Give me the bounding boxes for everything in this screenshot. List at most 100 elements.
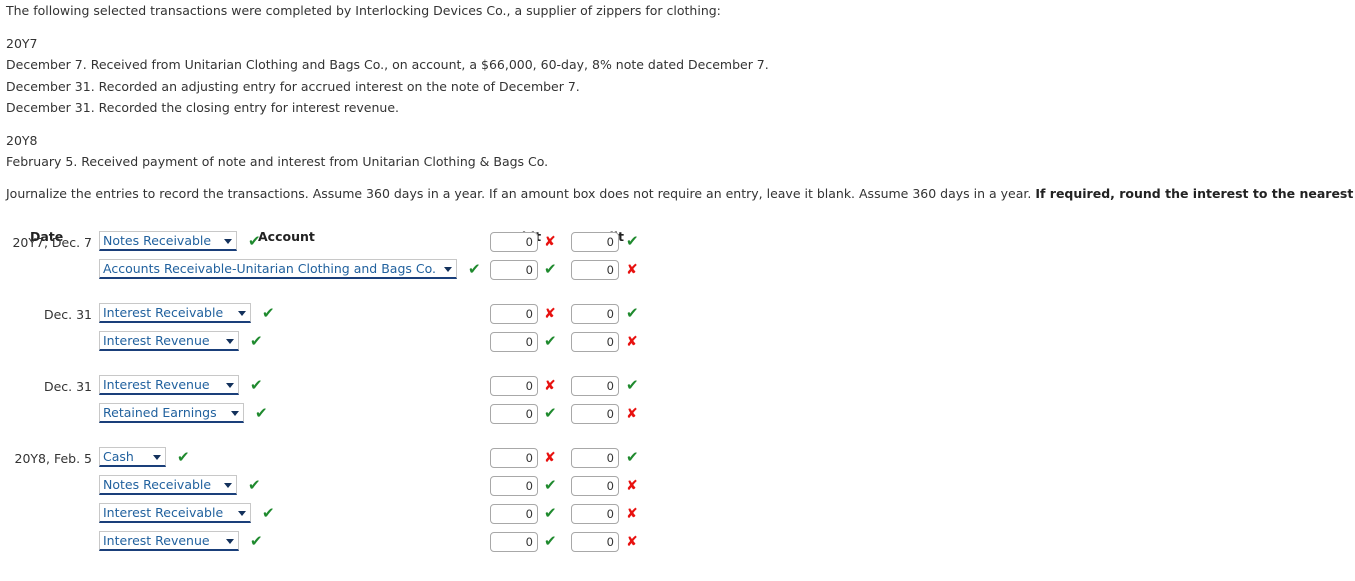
debit-amount-input[interactable]	[490, 376, 538, 396]
checkmark-icon: ✔	[626, 304, 639, 322]
checkmark-icon: ✔	[262, 304, 275, 322]
account-select-wrapper: Interest Revenue	[99, 331, 239, 351]
checkmark-icon: ✔	[250, 532, 263, 550]
account-select[interactable]: Retained Earnings	[99, 403, 244, 423]
account-select-wrapper: Cash	[99, 447, 166, 467]
journal-row: Interest Receivable ✔ ✔ ✘	[0, 501, 1355, 529]
checkmark-icon: ✔	[544, 260, 557, 278]
debit-amount-input[interactable]	[490, 232, 538, 252]
chevron-down-icon[interactable]	[226, 382, 234, 388]
debit-amount-input[interactable]	[490, 448, 538, 468]
year-heading-20y8: 20Y8	[6, 132, 38, 148]
account-select-wrapper: Notes Receivable	[99, 475, 237, 495]
journal-entry-page: { "intro": { "lead": "The following sele…	[0, 0, 1355, 581]
checkmark-icon: ✔	[544, 476, 557, 494]
checkmark-icon: ✔	[255, 404, 268, 422]
transaction-line: December 31. Recorded the closing entry …	[6, 100, 399, 115]
account-select-value: Retained Earnings	[103, 405, 217, 420]
account-select-value: Interest Receivable	[103, 305, 224, 320]
chevron-down-icon[interactable]	[226, 538, 234, 544]
account-select-wrapper: Interest Receivable	[99, 503, 251, 523]
account-select[interactable]: Notes Receivable	[99, 475, 237, 495]
journal-row: Interest Revenue ✔ ✔ ✘	[0, 529, 1355, 557]
year-heading-20y7: 20Y7	[6, 35, 38, 51]
account-select-wrapper: Interest Receivable	[99, 303, 251, 323]
intro-lead: The following selected transactions were…	[6, 3, 721, 18]
account-select-value: Interest Receivable	[103, 505, 224, 520]
transaction-line: December 7. Received from Unitarian Clot…	[6, 57, 769, 72]
credit-amount-input[interactable]	[571, 232, 619, 252]
chevron-down-icon[interactable]	[153, 454, 161, 460]
account-select[interactable]: Cash	[99, 447, 166, 467]
credit-amount-input[interactable]	[571, 304, 619, 324]
account-select-wrapper: Retained Earnings	[99, 403, 244, 423]
journal-row: Notes Receivable ✔ ✔ ✘	[0, 473, 1355, 501]
account-select[interactable]: Notes Receivable	[99, 231, 237, 251]
chevron-down-icon[interactable]	[226, 338, 234, 344]
credit-amount-input[interactable]	[571, 376, 619, 396]
account-select-wrapper: Accounts Receivable-Unitarian Clothing a…	[99, 259, 457, 279]
entry-date: 20Y8, Feb. 5	[14, 451, 92, 466]
account-select-wrapper: Interest Revenue	[99, 375, 239, 395]
debit-amount-input[interactable]	[490, 476, 538, 496]
checkmark-icon: ✔	[250, 376, 263, 394]
credit-amount-input[interactable]	[571, 504, 619, 524]
journalize-instruction: Journalize the entries to record the tra…	[6, 183, 1355, 205]
entry-date: Dec. 31	[43, 307, 92, 322]
cross-icon: ✘	[626, 478, 638, 494]
chevron-down-icon[interactable]	[444, 266, 452, 272]
account-select-value: Interest Revenue	[103, 333, 210, 348]
credit-amount-input[interactable]	[571, 404, 619, 424]
account-select[interactable]: Accounts Receivable-Unitarian Clothing a…	[99, 259, 457, 279]
cross-icon: ✘	[626, 334, 638, 350]
account-select[interactable]: Interest Revenue	[99, 531, 239, 551]
checkmark-icon: ✔	[262, 504, 275, 522]
transaction-line: December 31. Recorded an adjusting entry…	[6, 78, 580, 94]
cross-icon: ✘	[626, 534, 638, 550]
credit-amount-input[interactable]	[571, 476, 619, 496]
checkmark-icon: ✔	[468, 260, 481, 278]
credit-amount-input[interactable]	[571, 532, 619, 552]
checkmark-icon: ✔	[544, 404, 557, 422]
chevron-down-icon[interactable]	[238, 310, 246, 316]
account-select[interactable]: Interest Receivable	[99, 503, 251, 523]
checkmark-icon: ✔	[177, 448, 190, 466]
debit-amount-input[interactable]	[490, 504, 538, 524]
chevron-down-icon[interactable]	[238, 510, 246, 516]
debit-amount-input[interactable]	[490, 332, 538, 352]
instruction-bold-text: If required, round the interest to the n…	[1035, 185, 1355, 201]
journal-entry-table: Date Account Debit Credit 20Y7, Dec. 7No…	[0, 229, 1355, 557]
chevron-down-icon[interactable]	[231, 410, 239, 416]
chevron-down-icon[interactable]	[224, 482, 232, 488]
journal-row: 20Y8, Feb. 5 Cash ✔ ✘ ✔	[0, 445, 1355, 473]
account-select[interactable]: Interest Receivable	[99, 303, 251, 323]
journal-row: 20Y7, Dec. 7 Notes Receivable ✔ ✘ ✔	[0, 229, 1355, 257]
account-select[interactable]: Interest Revenue	[99, 375, 239, 395]
debit-amount-input[interactable]	[490, 404, 538, 424]
account-select-wrapper: Notes Receivable	[99, 231, 237, 251]
cross-icon: ✘	[544, 234, 556, 250]
account-select-value: Interest Revenue	[103, 533, 210, 548]
credit-amount-input[interactable]	[571, 448, 619, 468]
chevron-down-icon[interactable]	[224, 238, 232, 244]
checkmark-icon: ✔	[248, 476, 261, 494]
journal-entry-group: Dec. 31Interest Revenue✔✘✔Retained Earni…	[0, 373, 1355, 429]
debit-amount-input[interactable]	[490, 304, 538, 324]
debit-amount-input[interactable]	[490, 260, 538, 280]
cross-icon: ✘	[544, 450, 556, 466]
account-select[interactable]: Interest Revenue	[99, 331, 239, 351]
credit-amount-input[interactable]	[571, 260, 619, 280]
cross-icon: ✘	[626, 262, 638, 278]
journal-entry-group: 20Y7, Dec. 7 Notes Receivable ✔ ✘ ✔ Accounts …	[0, 229, 1355, 285]
cross-icon: ✘	[544, 378, 556, 394]
journal-entry-group: 20Y8, Feb. 5Cash✔✘✔Notes Receivable✔✔✘In…	[0, 445, 1355, 557]
credit-amount-input[interactable]	[571, 332, 619, 352]
account-select-value: Notes Receivable	[103, 477, 212, 492]
cross-icon: ✘	[626, 506, 638, 522]
checkmark-icon: ✔	[626, 376, 639, 394]
account-select-value: Accounts Receivable-Unitarian Clothing a…	[103, 261, 436, 276]
debit-amount-input[interactable]	[490, 532, 538, 552]
journal-row: Dec. 31 Interest Revenue ✔ ✘ ✔	[0, 373, 1355, 401]
instruction-normal-text: Journalize the entries to record the tra…	[6, 185, 1036, 201]
